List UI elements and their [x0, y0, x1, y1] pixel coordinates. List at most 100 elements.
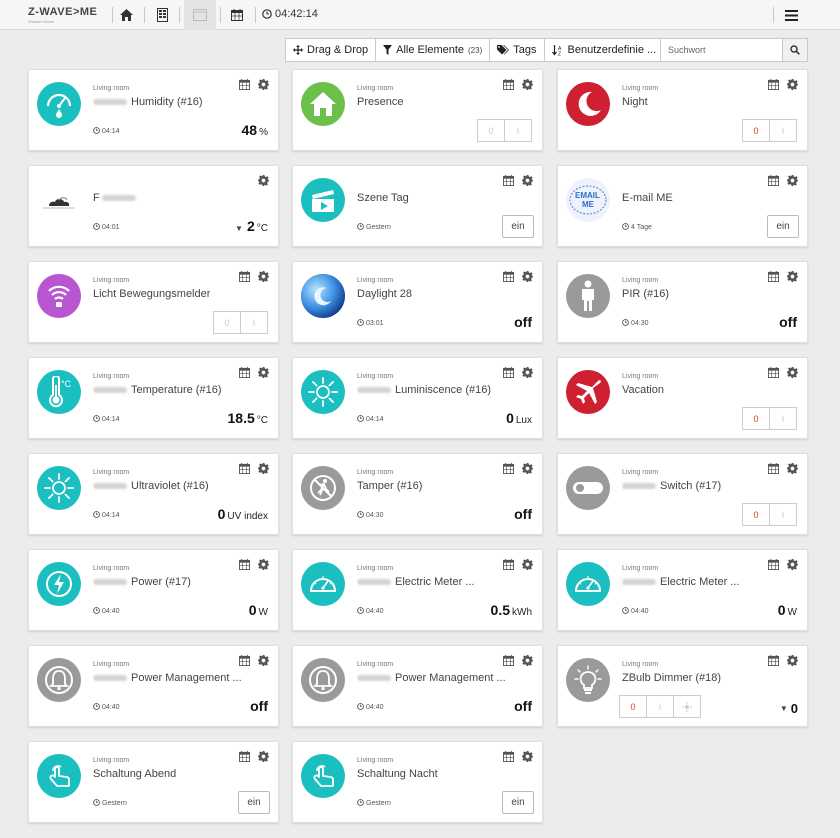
gear-icon[interactable]: [787, 77, 798, 95]
widget-value-display: off: [779, 314, 797, 330]
ein-button[interactable]: ein: [502, 791, 534, 814]
calendar-icon[interactable]: [239, 77, 250, 95]
gear-icon[interactable]: [258, 461, 269, 479]
timestamp-text: 04:30: [631, 320, 649, 327]
widget-title: Schaltung Nacht: [357, 768, 438, 780]
gear-icon[interactable]: [258, 77, 269, 95]
widget-value-display: 0W: [249, 602, 268, 618]
gear-icon[interactable]: [522, 77, 533, 95]
rooms-icon[interactable]: [153, 6, 171, 24]
toggle-on-button[interactable]: I: [240, 311, 268, 334]
calendar-icon[interactable]: [503, 269, 514, 287]
search-input[interactable]: [660, 38, 783, 62]
home-icon[interactable]: [117, 6, 135, 24]
calendar-icon[interactable]: [768, 173, 779, 191]
calendar-icon[interactable]: [768, 461, 779, 479]
gear-icon[interactable]: [522, 461, 533, 479]
widget-unit: %: [259, 127, 268, 138]
calendar-icon[interactable]: [503, 173, 514, 191]
timestamp-text: 04:40: [366, 608, 384, 615]
toggle-off-button[interactable]: 0: [477, 119, 505, 142]
widget-value: 0: [777, 602, 786, 618]
ein-button[interactable]: ein: [238, 791, 270, 814]
calendar-icon[interactable]: [239, 461, 250, 479]
calendar-icon[interactable]: [503, 365, 514, 383]
toggle-off-button[interactable]: 0: [213, 311, 241, 334]
calendar-icon[interactable]: [768, 77, 779, 95]
calendar-icon[interactable]: [503, 749, 514, 767]
calendar-icon[interactable]: [503, 77, 514, 95]
calendar-icon[interactable]: [239, 749, 250, 767]
calendar-icon[interactable]: [503, 557, 514, 575]
toggle-on-button[interactable]: I: [769, 407, 797, 430]
gear-icon[interactable]: [258, 749, 269, 767]
elements-icon[interactable]: [191, 6, 209, 24]
ein-button[interactable]: ein: [502, 215, 534, 238]
widget-value: 48: [241, 122, 258, 138]
clock-icon: [357, 799, 364, 808]
gear-icon[interactable]: [787, 557, 798, 575]
gear-icon[interactable]: [787, 365, 798, 383]
gear-icon[interactable]: [787, 173, 798, 191]
all-elements-button[interactable]: Alle Elemente (23): [375, 38, 491, 62]
calendar-icon[interactable]: [768, 653, 779, 671]
custom-sort-label: Benutzerdefinie ...: [567, 44, 657, 56]
gear-icon[interactable]: [258, 173, 269, 191]
calendar-icon[interactable]: [239, 269, 250, 287]
gear-icon[interactable]: [522, 173, 533, 191]
dimmer-full-button[interactable]: [673, 695, 701, 718]
calendar-icon[interactable]: [768, 365, 779, 383]
calendar-icon[interactable]: [503, 653, 514, 671]
drag-drop-button[interactable]: Drag & Drop: [285, 38, 377, 62]
widget-location: Living room: [622, 469, 659, 476]
zwave-logo[interactable]: Z-WAVE>ME Smarter Home: [28, 6, 97, 24]
toggle-off-button[interactable]: 0: [742, 119, 770, 142]
menu-icon[interactable]: [782, 6, 800, 24]
toggle-off-button[interactable]: 0: [742, 407, 770, 430]
gear-icon[interactable]: [522, 653, 533, 671]
gear-icon[interactable]: [787, 269, 798, 287]
tags-icon: [497, 45, 510, 55]
toggle-off-button[interactable]: 0: [742, 503, 770, 526]
search-button[interactable]: [783, 38, 808, 62]
calendar-icon[interactable]: [239, 557, 250, 575]
calendar-icon[interactable]: [228, 6, 246, 24]
widget-timestamp: Gestern: [357, 223, 391, 232]
toggle-on-button[interactable]: I: [769, 119, 797, 142]
ein-button[interactable]: ein: [767, 215, 799, 238]
gear-icon[interactable]: [258, 269, 269, 287]
gear-icon[interactable]: [522, 269, 533, 287]
gear-icon[interactable]: [522, 749, 533, 767]
dimmer-on-button[interactable]: I: [646, 695, 674, 718]
widget-title-text: Vacation: [622, 384, 664, 396]
widget-title: Power (#17): [93, 576, 191, 588]
widget-value: off: [250, 698, 268, 714]
tags-button[interactable]: Tags: [489, 38, 545, 62]
gear-icon[interactable]: [787, 461, 798, 479]
gear-icon[interactable]: [258, 365, 269, 383]
toggle-on-button[interactable]: I: [769, 503, 797, 526]
humidity-icon: [37, 82, 81, 126]
toggle-on-button[interactable]: I: [504, 119, 532, 142]
calendar-icon[interactable]: [768, 557, 779, 575]
redacted-name: [93, 675, 127, 682]
gear-icon[interactable]: [522, 557, 533, 575]
widget-location: Living room: [93, 85, 130, 92]
calendar-icon[interactable]: [503, 461, 514, 479]
calendar-icon[interactable]: [768, 269, 779, 287]
redacted-name: [93, 483, 127, 490]
redacted-name: [93, 387, 127, 394]
gear-icon[interactable]: [258, 557, 269, 575]
timestamp-text: 04:14: [102, 416, 120, 423]
calendar-icon[interactable]: [239, 653, 250, 671]
gear-icon[interactable]: [258, 653, 269, 671]
dimmer-off-button[interactable]: 0: [619, 695, 647, 718]
widget-tools: [503, 269, 533, 287]
timestamp-text: Gestern: [366, 800, 391, 807]
custom-sort-button[interactable]: AZ Benutzerdefinie ...: [543, 38, 665, 62]
widget-location: Living room: [93, 277, 130, 284]
gear-icon[interactable]: [522, 365, 533, 383]
gear-icon[interactable]: [787, 653, 798, 671]
calendar-icon[interactable]: [239, 365, 250, 383]
widget-tools: [239, 461, 269, 479]
